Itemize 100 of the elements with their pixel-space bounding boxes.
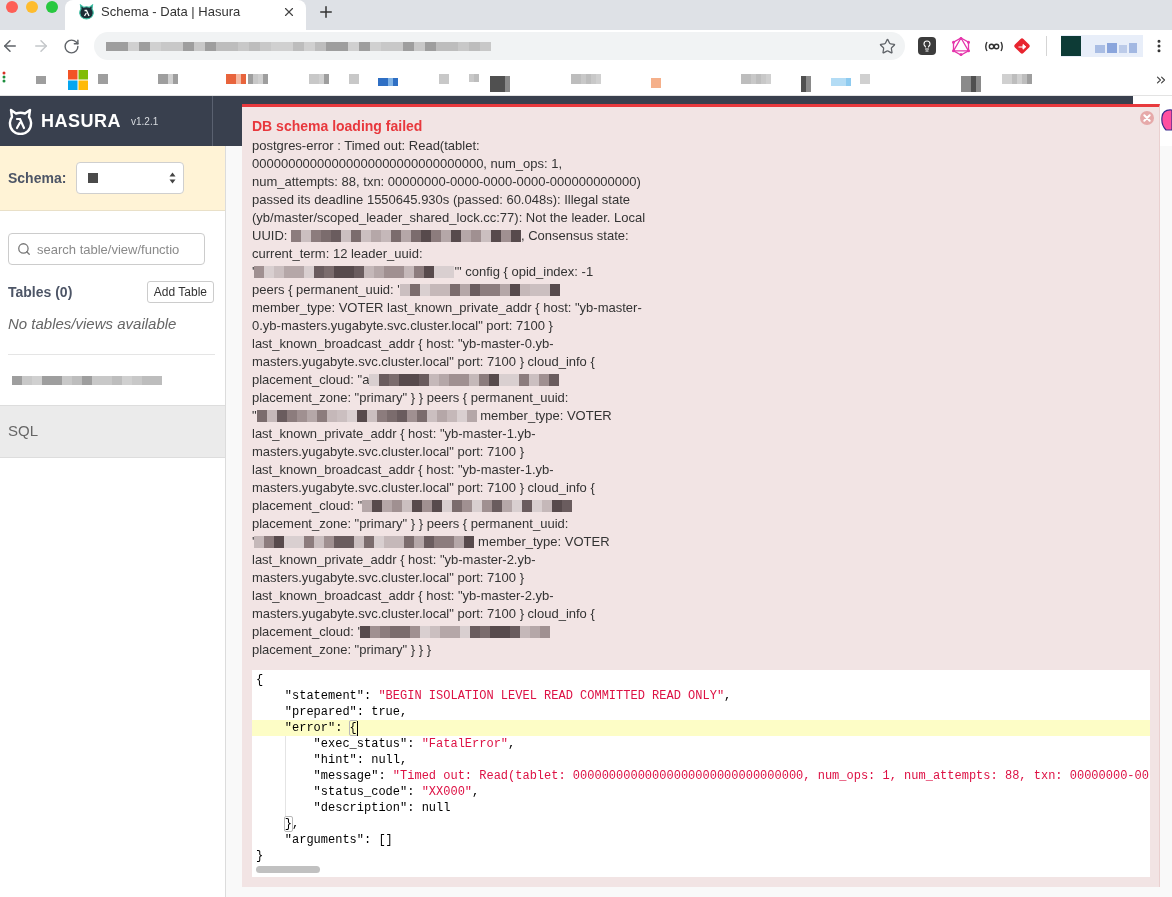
blurred-bookmark-icon[interactable] (226, 74, 246, 84)
error-message-text: last_known_broadcast_addr { host: "yb-master-1.yb- (252, 461, 554, 479)
error-message-text: placement_zone: "primary" } } peers { permanent_uuid: (252, 389, 569, 407)
error-message-text: last_known_broadcast_addr { host: "yb-master-2.yb- (252, 587, 554, 605)
schema-label: Schema: (8, 168, 67, 188)
window-close-icon[interactable] (6, 1, 18, 13)
close-icon[interactable] (282, 5, 296, 19)
pixelated-block-icon (369, 374, 560, 386)
blurred-bookmark-icon[interactable] (309, 74, 329, 84)
error-message-text: passed its deadline 1550645.930s (passed: 60.048s): Illegal state (252, 191, 630, 209)
error-message-text: masters.yugabyte.svc.cluster.local" port: 7100 } (252, 569, 524, 587)
horned-logo-icon[interactable] (8, 107, 33, 135)
address-bar[interactable] (94, 32, 905, 60)
error-message-text: placement_cloud: ' (252, 623, 360, 641)
error-message-text: peers { permanent_uuid: ' (252, 281, 400, 299)
version-label: v1.2.1 (131, 116, 159, 128)
pixelated-block-icon (254, 536, 475, 548)
error-message-text: ' (252, 263, 255, 281)
pixelated-block-icon (360, 626, 550, 638)
reload-icon[interactable] (63, 37, 80, 55)
scrollbar-thumb[interactable] (256, 866, 320, 873)
error-message-text: member_type: VOTER (477, 533, 610, 551)
new-tab-icon[interactable] (317, 3, 335, 21)
browser-tab[interactable]: Schema - Data | Hasura (65, 0, 306, 30)
blurred-bookmark-icon[interactable] (378, 78, 398, 86)
lightbulb-icon[interactable] (918, 37, 936, 55)
blurred-link-icon[interactable] (12, 376, 162, 385)
error-message-text: 0.yb-masters.yugabyte.svc.cluster.local" port: 7100 } (252, 317, 553, 335)
blurred-bookmark-icon[interactable] (801, 76, 811, 92)
error-message-text: last_known_broadcast_addr { host: "yb-master-0.yb- (252, 335, 554, 353)
error-message-text: 00000000000000000000000000000000, num_ops: 1, (252, 155, 563, 173)
code-line: "message": "Timed out: Read(tablet: 00000000000000000000000000000000, num_ops: 1, num_attempts: 88, txn: 00000000-00 (313, 768, 1149, 784)
error-message-text: member_type: VOTER (479, 407, 612, 425)
error-message-text: UUID: (252, 227, 289, 245)
error-message-text: (yb/master/scoped_leader_shared_lock.cc:77): Not the leader. Local (252, 209, 646, 227)
error-message-text: num_attempts: 88, txn: 00000000-0000-0000-0000-000000000000) (252, 173, 641, 191)
up-down-caret-icon (169, 172, 177, 184)
pixelated-block-icon (399, 284, 560, 296)
code-line: }, (284, 816, 300, 832)
search-icon (17, 242, 31, 256)
pixelated-block-icon (362, 500, 573, 512)
error-message-text: ' (252, 533, 255, 551)
blurred-bookmark-icon[interactable] (961, 76, 981, 92)
error-message-text: masters.yugabyte.svc.cluster.local" port: 7100 } cloud_info { (252, 479, 595, 497)
error-message-text: placement_zone: "primary" } } } (252, 641, 432, 659)
code-line: } (256, 848, 264, 864)
four-squares-logo-icon[interactable] (68, 70, 88, 90)
blurred-bookmark-icon[interactable] (248, 74, 268, 84)
error-message-text: placement_cloud: "a (252, 371, 370, 389)
back-icon[interactable] (1, 37, 19, 55)
apps-dots-icon[interactable] (2, 71, 6, 83)
tables-heading: Tables (0) (8, 282, 73, 302)
blurred-bookmark-icon[interactable] (490, 76, 510, 92)
code-line: "exec_status": "FatalError", (313, 736, 516, 752)
error-title: DB schema loading failed (252, 117, 424, 135)
schema-select[interactable] (76, 162, 185, 194)
code-line: "status_code": "XX000", (313, 784, 480, 800)
json-code-editor[interactable] (252, 670, 1150, 877)
bookmark-star-icon[interactable] (879, 37, 896, 55)
more-bookmarks-icon[interactable] (1154, 73, 1168, 87)
bracketed-circles-icon[interactable] (984, 40, 1004, 52)
blurred-bookmark-icon[interactable] (831, 78, 851, 86)
add-table-button[interactable]: Add Table (146, 281, 214, 303)
error-message-text: , Consensus state: (521, 227, 629, 245)
code-line: "statement": "BEGIN ISOLATION LEVEL READ COMMITTED READ ONLY", (284, 688, 732, 704)
error-message-text: last_known_private_addr { host: "yb-master-2.yb- (252, 551, 536, 569)
pixelated-block-icon (254, 266, 455, 278)
window-minimize-icon[interactable] (26, 1, 38, 13)
error-message-text: member_type: VOTER last_known_private_addr { host: "yb-master- (252, 299, 642, 317)
code-line: "error": { (284, 720, 357, 736)
redacted-value-icon (88, 173, 99, 183)
error-message-text: placement_cloud: " (252, 497, 363, 515)
error-message-text: masters.yugabyte.svc.cluster.local" port: 7100 } (252, 443, 524, 461)
blurred-bookmark-icon[interactable] (741, 74, 771, 84)
error-message-text: current_term: 12 leader_uuid: (252, 245, 423, 263)
text-cursor (356, 720, 359, 736)
error-message-text: '" config { opid_index: -1 (454, 263, 594, 281)
blurred-bookmark-icon[interactable] (1002, 74, 1032, 84)
window-zoom-icon[interactable] (46, 1, 58, 13)
code-line: "description": null (313, 800, 451, 816)
blurred-bookmark-icon[interactable] (571, 74, 601, 84)
pixelated-block-icon (106, 41, 491, 51)
error-message-text: last_known_private_addr { host: "yb-master-1.yb- (252, 425, 536, 443)
code-line: { (256, 672, 264, 688)
error-message-text: placement_zone: "primary" } } peers { permanent_uuid: (252, 515, 569, 533)
pixelated-block-icon (256, 410, 477, 422)
code-line: "arguments": [] (284, 832, 393, 848)
pixelated-block-icon (291, 230, 521, 242)
error-message-text: masters.yugabyte.svc.cluster.local" port: 7100 } cloud_info { (252, 353, 595, 371)
blurred-profile-icon[interactable] (1061, 35, 1143, 57)
logo-text: HASURA (41, 111, 121, 131)
empty-tables-message: No tables/views available (8, 314, 178, 334)
blob-shape-icon (1160, 109, 1172, 131)
error-message-text: masters.yugabyte.svc.cluster.local" port: 7100 } cloud_info { (252, 605, 595, 623)
code-line: "hint": null, (313, 752, 408, 768)
blurred-bookmark-icon[interactable] (158, 74, 178, 84)
search-field[interactable]: search table/view/functio (8, 233, 205, 265)
hexagon-graph-icon[interactable] (952, 36, 970, 56)
sql-link[interactable]: SQL (8, 420, 38, 443)
error-message-text: postgres-error : Timed out: Read(tablet: (252, 137, 480, 155)
